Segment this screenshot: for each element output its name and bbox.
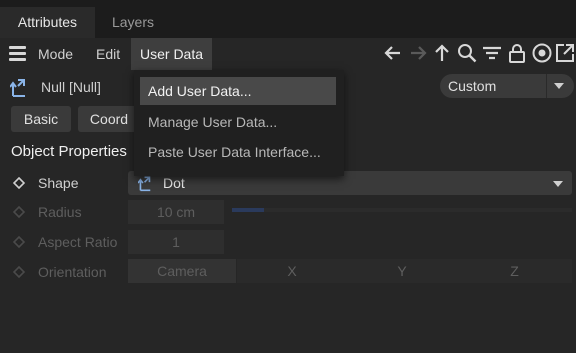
coord-button[interactable]: Coord [78, 106, 140, 132]
dropdown-arrow-icon [553, 181, 563, 187]
aspect-ratio-field[interactable]: 1 [128, 230, 224, 254]
search-icon[interactable] [456, 42, 478, 64]
forward-arrow-icon[interactable] [407, 42, 429, 64]
menu-paste-user-data-interface[interactable]: Paste User Data Interface... [134, 138, 344, 166]
object-name: Null [Null] [41, 79, 101, 95]
orientation-z[interactable]: Z [457, 259, 572, 283]
menu-edit[interactable]: Edit [96, 38, 120, 70]
radius-field[interactable]: 10 cm [128, 200, 224, 224]
new-window-icon[interactable] [554, 42, 576, 64]
tab-attributes[interactable]: Attributes [0, 7, 95, 38]
target-icon[interactable] [531, 42, 553, 64]
menu-user-data[interactable]: User Data [131, 38, 213, 70]
menu-add-user-data[interactable]: Add User Data... [140, 77, 336, 105]
lock-icon[interactable] [506, 42, 528, 64]
keyframe-diamond-icon[interactable] [13, 206, 25, 218]
hamburger-icon[interactable] [9, 46, 26, 61]
orientation-y[interactable]: Y [347, 259, 457, 283]
aspect-ratio-label: Aspect Ratio [38, 234, 118, 250]
back-arrow-icon[interactable] [382, 42, 404, 64]
mode-dropdown-value: Custom [448, 78, 497, 94]
orientation-camera[interactable]: Camera [128, 259, 236, 283]
orientation-label: Orientation [38, 264, 107, 280]
tab-layers[interactable]: Layers [98, 7, 168, 38]
user-data-menu: Add User Data... Manage User Data... Pas… [134, 70, 344, 176]
null-object-icon [10, 79, 25, 97]
menu-mode[interactable]: Mode [38, 38, 73, 70]
keyframe-diamond-icon[interactable] [13, 236, 25, 248]
keyframe-diamond-icon[interactable] [13, 177, 25, 189]
radius-slider-fill [232, 208, 264, 212]
section-title: Object Properties [11, 143, 127, 160]
dropdown-arrow-icon [554, 83, 564, 89]
up-arrow-icon[interactable] [431, 42, 453, 64]
orientation-x[interactable]: X [237, 259, 347, 283]
mode-dropdown[interactable]: Custom [440, 74, 574, 98]
radius-slider[interactable] [232, 208, 572, 212]
null-object-icon [138, 176, 151, 192]
shape-label: Shape [38, 175, 79, 191]
basic-button[interactable]: Basic [11, 106, 71, 132]
radius-label: Radius [38, 204, 82, 220]
menu-manage-user-data[interactable]: Manage User Data... [134, 108, 344, 136]
filter-icon[interactable] [481, 42, 503, 64]
keyframe-diamond-icon[interactable] [13, 266, 25, 278]
dropdown-divider [546, 74, 547, 98]
